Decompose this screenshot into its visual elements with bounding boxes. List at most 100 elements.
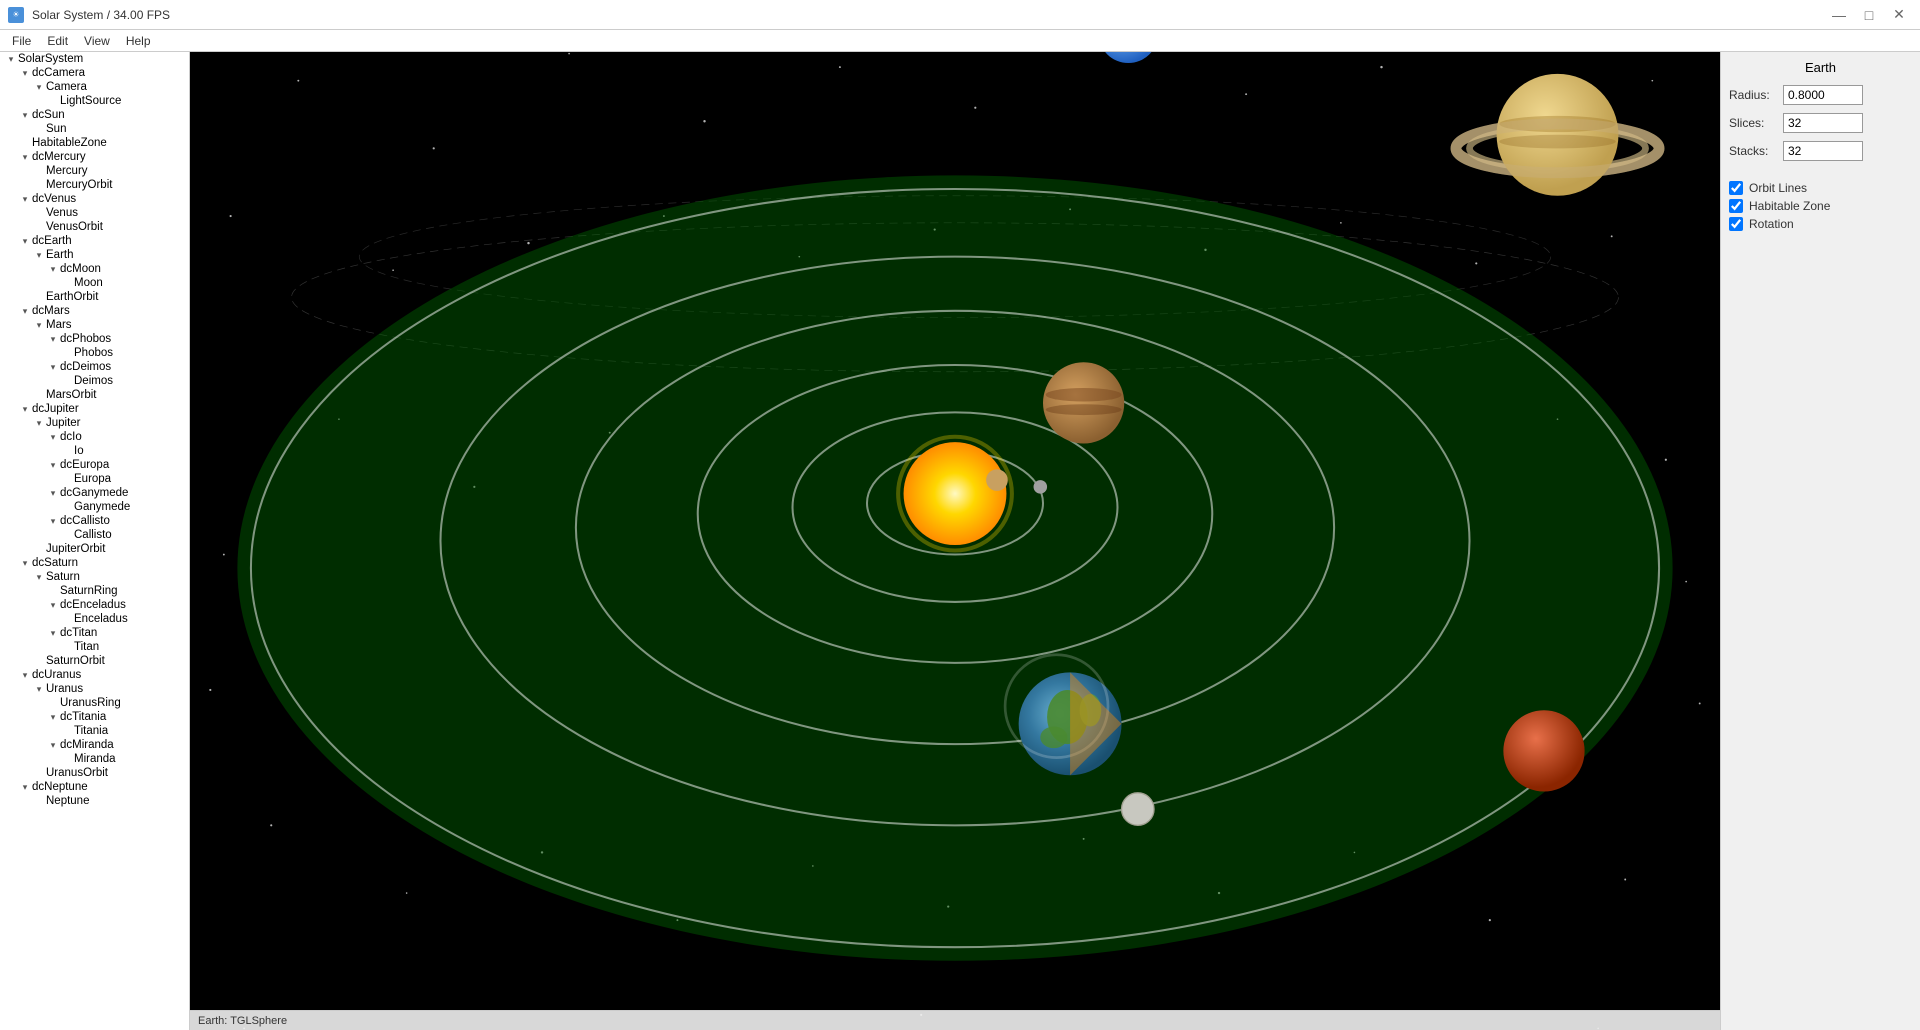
tree-item-jupiterorbit[interactable]: JupiterOrbit [0,542,189,556]
tree-item-dctitania[interactable]: ▾dcTitania [0,710,189,724]
tree-item-uranus[interactable]: ▾Uranus [0,682,189,696]
tree-item-callisto[interactable]: Callisto [0,528,189,542]
tree-item-saturnorbit[interactable]: SaturnOrbit [0,654,189,668]
tree-label: MarsOrbit [46,389,96,401]
tree-item-jupiter[interactable]: ▾Jupiter [0,416,189,430]
tree-item-dccamera[interactable]: ▾dcCamera [0,66,189,80]
habitable-zone-row: Habitable Zone [1729,199,1912,213]
tree-item-miranda[interactable]: Miranda [0,752,189,766]
tree-item-dcmercury[interactable]: ▾dcMercury [0,150,189,164]
tree-label: dcMercury [32,151,86,163]
tree-item-camera[interactable]: ▾Camera [0,80,189,94]
menu-item-view[interactable]: View [76,32,118,50]
tree-item-neptune[interactable]: Neptune [0,794,189,808]
menu-item-edit[interactable]: Edit [39,32,76,50]
tree-item-uranusring[interactable]: UranusRing [0,696,189,710]
tree-item-ganymede[interactable]: Ganymede [0,500,189,514]
tree-label: Neptune [46,795,89,807]
tree-item-habitablezone[interactable]: HabitableZone [0,136,189,150]
stacks-input[interactable] [1783,141,1863,161]
tree-item-venus[interactable]: Venus [0,206,189,220]
rotation-checkbox[interactable] [1729,217,1743,231]
tree-arrow: ▾ [18,68,32,79]
tree-item-sun[interactable]: Sun [0,122,189,136]
maximize-button[interactable]: □ [1856,5,1882,25]
tree-label: Europa [74,473,111,485]
tree-item-dcenceladus[interactable]: ▾dcEnceladus [0,598,189,612]
tree-label: Earth [46,249,74,261]
tree-item-mercuryorbit[interactable]: MercuryOrbit [0,178,189,192]
tree-item-europa[interactable]: Europa [0,472,189,486]
menu-item-file[interactable]: File [4,32,39,50]
tree-item-dccallisto[interactable]: ▾dcCallisto [0,514,189,528]
habitable-zone-label: Habitable Zone [1749,199,1830,213]
tree-item-earthorbit[interactable]: EarthOrbit [0,290,189,304]
viewport[interactable]: Earth: TGLSphere [190,52,1720,1030]
tree-label: dcEarth [32,235,72,247]
tree-label: dcGanymede [60,487,128,499]
tree-label: Enceladus [74,613,128,625]
tree-item-marsorbit[interactable]: MarsOrbit [0,388,189,402]
tree-item-dcearth[interactable]: ▾dcEarth [0,234,189,248]
tree-item-uranusorbit[interactable]: UranusOrbit [0,766,189,780]
titlebar-left: ☀ Solar System / 34.00 FPS [8,7,170,23]
tree-arrow: ▾ [32,684,46,695]
close-button[interactable]: ✕ [1886,5,1912,25]
radius-input[interactable] [1783,85,1863,105]
tree-label: Miranda [74,753,116,765]
tree-item-moon[interactable]: Moon [0,276,189,290]
tree-arrow: ▾ [4,54,18,65]
menu-item-help[interactable]: Help [118,32,159,50]
orbit-lines-checkbox[interactable] [1729,181,1743,195]
tree-item-dcmiranda[interactable]: ▾dcMiranda [0,738,189,752]
orbit-lines-label: Orbit Lines [1749,181,1807,195]
tree-item-dcmoon[interactable]: ▾dcMoon [0,262,189,276]
tree-item-earth[interactable]: ▾Earth [0,248,189,262]
tree-item-dcphobos[interactable]: ▾dcPhobos [0,332,189,346]
tree-item-dcjupiter[interactable]: ▾dcJupiter [0,402,189,416]
tree-item-dcvenus[interactable]: ▾dcVenus [0,192,189,206]
tree-arrow: ▾ [46,740,60,751]
tree-item-io[interactable]: Io [0,444,189,458]
tree-item-solarsystem[interactable]: ▾SolarSystem [0,52,189,66]
tree-label: Deimos [74,375,113,387]
tree-item-dctitan[interactable]: ▾dcTitan [0,626,189,640]
tree-item-enceladus[interactable]: Enceladus [0,612,189,626]
tree-label: Sun [46,123,66,135]
tree-item-titania[interactable]: Titania [0,724,189,738]
tree-item-dcio[interactable]: ▾dcIo [0,430,189,444]
tree-label: dcMars [32,305,70,317]
titlebar-title: Solar System / 34.00 FPS [32,8,170,22]
app-icon: ☀ [8,7,24,23]
tree-item-dcsaturn[interactable]: ▾dcSaturn [0,556,189,570]
tree-item-dcmars[interactable]: ▾dcMars [0,304,189,318]
tree-item-mars[interactable]: ▾Mars [0,318,189,332]
status-text: Earth: TGLSphere [198,1015,287,1027]
sidebar[interactable]: ▾SolarSystem▾dcCamera▾CameraLightSource▾… [0,52,190,1030]
tree-item-dceuropa[interactable]: ▾dcEuropa [0,458,189,472]
tree-label: SolarSystem [18,53,83,65]
tree-item-dcsun[interactable]: ▾dcSun [0,108,189,122]
tree-item-dcdeimos[interactable]: ▾dcDeimos [0,360,189,374]
habitable-zone-checkbox[interactable] [1729,199,1743,213]
slices-input[interactable] [1783,113,1863,133]
tree-item-dcuranus[interactable]: ▾dcUranus [0,668,189,682]
tree-item-saturnring[interactable]: SaturnRing [0,584,189,598]
tree-item-deimos[interactable]: Deimos [0,374,189,388]
tree-arrow: ▾ [46,628,60,639]
tree-label: EarthOrbit [46,291,98,303]
tree-item-venusorbit[interactable]: VenusOrbit [0,220,189,234]
tree-item-mercury[interactable]: Mercury [0,164,189,178]
tree-label: HabitableZone [32,137,107,149]
tree-item-titan[interactable]: Titan [0,640,189,654]
tree-label: dcIo [60,431,82,443]
tree-label: dcMiranda [60,739,114,751]
minimize-button[interactable]: — [1826,5,1852,25]
tree-item-lightsource[interactable]: LightSource [0,94,189,108]
tree-item-dcganymede[interactable]: ▾dcGanymede [0,486,189,500]
tree-item-phobos[interactable]: Phobos [0,346,189,360]
tree-arrow: ▾ [18,404,32,415]
tree-item-saturn[interactable]: ▾Saturn [0,570,189,584]
tree-item-dcneptune[interactable]: ▾dcNeptune [0,780,189,794]
right-panel: Earth Radius: Slices: Stacks: Orbit Line… [1720,52,1920,1030]
